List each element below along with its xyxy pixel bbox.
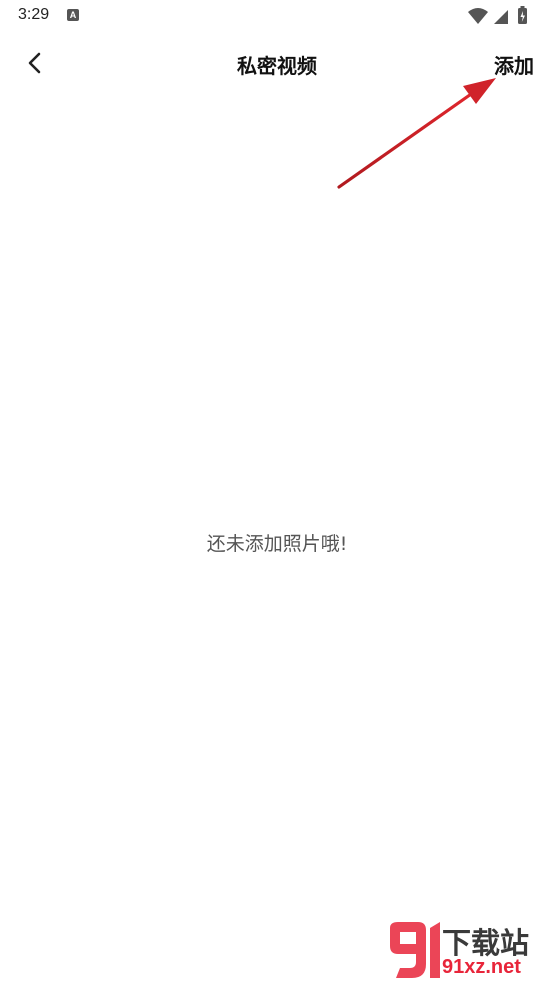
empty-state-message: 还未添加照片哦! [206,533,348,555]
status-bar: 3:29 A [0,0,554,32]
chevron-left-icon [28,52,41,74]
battery-icon [518,6,527,24]
nav-bar: 私密视频 添加 [0,34,554,94]
wifi-icon [468,8,488,24]
status-icons [466,6,536,24]
page-title: 私密视频 [237,54,317,78]
back-button[interactable] [18,46,52,80]
signal-icon [494,10,508,24]
status-time: 3:29 [18,6,50,23]
add-button[interactable]: 添加 [494,50,534,79]
watermark-bottom-text: 91xz.net [442,956,521,978]
notification-a-icon: A [67,9,79,21]
watermark-91-logo-icon [390,922,440,978]
annotation-arrow-icon [337,78,496,189]
watermark-logo: 下载站 91xz.net [380,920,550,982]
